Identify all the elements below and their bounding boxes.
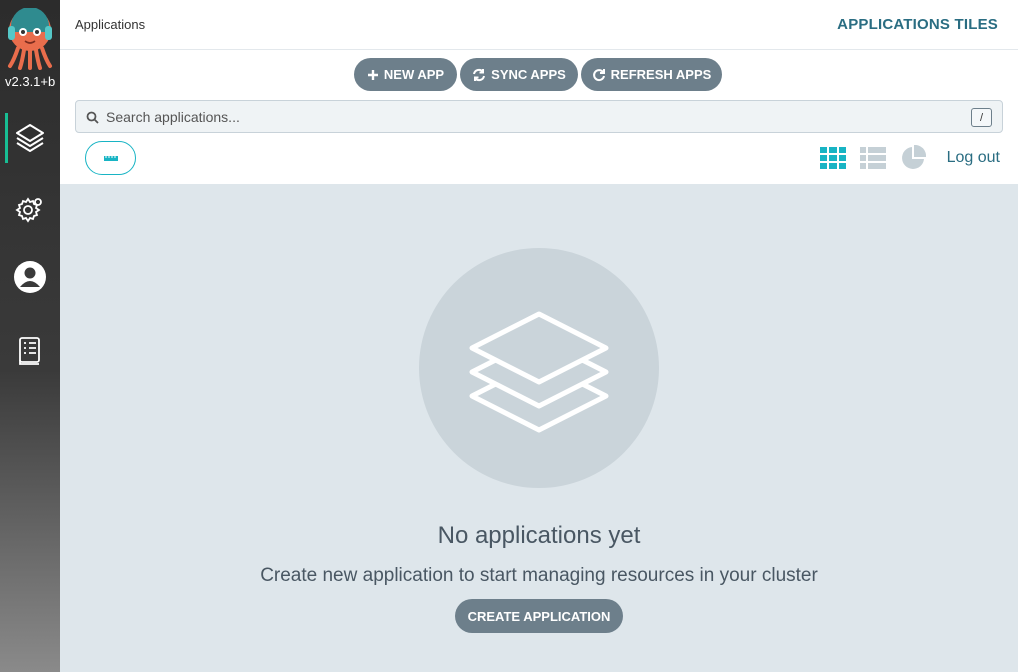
create-application-button[interactable]: CREATE APPLICATION <box>455 599 623 633</box>
sidebar: v2.3.1+b <box>0 0 60 672</box>
sync-apps-button[interactable]: SYNC APPS <box>460 58 578 91</box>
list-view-button[interactable] <box>860 146 886 170</box>
logout-link[interactable]: Log out <box>947 149 1000 167</box>
page-title: APPLICATIONS TILES <box>837 16 998 33</box>
layers-icon <box>16 124 44 152</box>
search-input[interactable] <box>106 101 966 132</box>
tiles-view-button[interactable] <box>820 146 846 170</box>
argo-logo <box>8 8 52 70</box>
sync-apps-label: SYNC APPS <box>491 67 566 82</box>
search-shortcut-hint: / <box>971 108 992 127</box>
sidebar-item-settings[interactable] <box>0 184 60 234</box>
empty-state-title: No applications yet <box>437 522 641 549</box>
filters-toggle-button[interactable] <box>85 141 136 175</box>
sync-icon <box>473 68 486 81</box>
empty-state-illustration <box>419 248 659 488</box>
refresh-apps-button[interactable]: REFRESH APPS <box>581 58 722 91</box>
new-app-button[interactable]: NEW APP <box>354 58 457 91</box>
new-app-label: NEW APP <box>383 67 445 82</box>
toolbar: NEW APP SYNC APPS REFRESH APPS / <box>60 50 1018 184</box>
breadcrumb[interactable]: Applications <box>75 17 145 32</box>
gear-icon <box>15 197 42 223</box>
refresh-icon <box>592 68 605 81</box>
sidebar-item-applications[interactable] <box>0 113 60 163</box>
empty-state-subtitle: Create new application to start managing… <box>260 565 818 586</box>
user-icon <box>14 261 46 293</box>
search-bar: / <box>75 100 1003 133</box>
version-label: v2.3.1+b <box>5 74 56 89</box>
layers-icon <box>469 311 609 433</box>
ruler-icon <box>103 156 118 161</box>
sidebar-item-documentation[interactable] <box>0 326 60 376</box>
sidebar-item-user-info[interactable] <box>0 252 60 302</box>
book-icon <box>19 337 40 365</box>
plus-icon <box>367 69 378 80</box>
grid-icon <box>820 147 846 169</box>
search-icon <box>86 111 99 124</box>
top-header: Applications APPLICATIONS TILES <box>60 0 1018 50</box>
refresh-apps-label: REFRESH APPS <box>610 67 712 82</box>
list-icon <box>860 147 886 169</box>
summary-view-button[interactable] <box>900 145 926 170</box>
empty-state: No applications yet Create new applicati… <box>60 184 1018 672</box>
pie-chart-icon <box>902 145 926 169</box>
